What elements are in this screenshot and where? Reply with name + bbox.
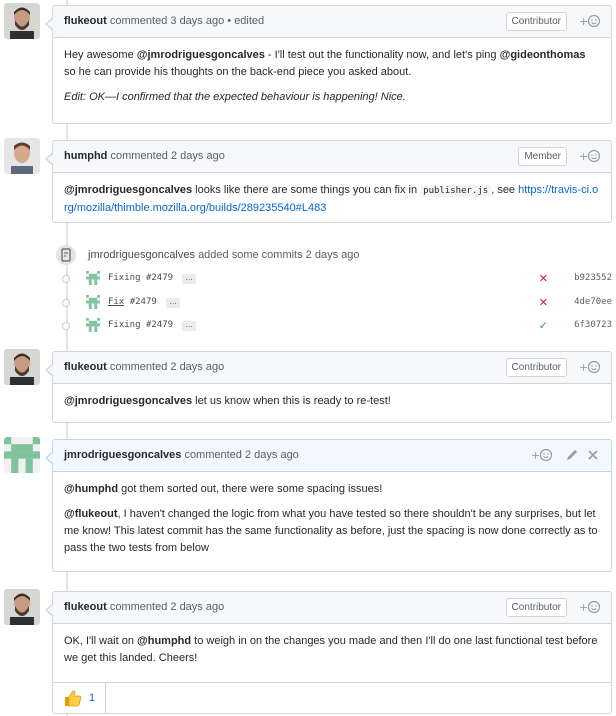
commit-row: Fixing #2479 … ✕ b923552 (56, 269, 616, 289)
comment-action: commented (110, 150, 168, 162)
status-success-icon[interactable]: ✓ (539, 319, 548, 332)
mention-link[interactable]: @flukeout (64, 508, 118, 520)
comment-header: flukeout commented 2 days ago Contributo… (53, 352, 611, 384)
comment-header: flukeout commented 2 days ago Contributo… (53, 592, 611, 624)
mention-link[interactable]: @humphd (64, 483, 118, 495)
avatar[interactable] (4, 437, 40, 473)
avatar[interactable] (4, 3, 40, 39)
avatar[interactable] (86, 318, 100, 332)
status-fail-icon[interactable]: ✕ (539, 296, 548, 309)
edited-label[interactable]: • edited (227, 15, 264, 27)
commit-row: Fixing #2479 … ✓ 6f30723 (56, 316, 616, 336)
thumbs-up-icon (64, 689, 82, 707)
author-link[interactable]: humphd (64, 150, 107, 162)
mention-link[interactable]: @jmrodriguesgoncalves (64, 395, 192, 407)
svg-text:+: + (579, 150, 588, 163)
mention-link[interactable]: @gideonthomas (500, 49, 586, 61)
commit-message[interactable]: Fixing (108, 273, 141, 283)
author-link[interactable]: flukeout (64, 361, 107, 373)
add-reaction-icon[interactable]: + (579, 14, 603, 28)
comment-box: flukeout commented 2 days ago Contributo… (45, 351, 612, 423)
add-reaction-icon[interactable]: + (531, 448, 555, 462)
edit-pencil-icon[interactable] (565, 448, 579, 462)
add-reaction-icon[interactable]: + (579, 149, 603, 163)
comment-box: jmrodriguesgoncalves commented 2 days ag… (45, 439, 612, 572)
mention-link[interactable]: @jmrodriguesgoncalves (64, 184, 192, 196)
commit-event-time[interactable]: 2 days ago (306, 249, 360, 261)
svg-text:+: + (579, 15, 588, 28)
comment-box: flukeout commented 3 days ago • edited C… (45, 5, 612, 124)
svg-text:+: + (579, 361, 588, 374)
comment-header: flukeout commented 3 days ago • edited C… (53, 6, 611, 38)
comment-body: @jmrodriguesgoncalves let us know when t… (64, 395, 391, 407)
commit-issue-ref[interactable]: #2479 (146, 320, 173, 330)
mention-link[interactable]: @jmrodriguesgoncalves (137, 49, 265, 61)
svg-text:+: + (579, 601, 588, 614)
thumbs-up-reaction-button[interactable]: 1 (53, 683, 106, 713)
comment-body: @humphd got them sorted out, there were … (64, 483, 598, 554)
mention-link[interactable]: @humphd (137, 635, 191, 647)
comment-action: commented (109, 601, 168, 613)
inline-code: publisher.js (420, 185, 492, 197)
comment-body: @jmrodriguesgoncalves looks like there a… (64, 184, 599, 214)
edit-note: Edit: OK—I confirmed that the expected b… (64, 91, 406, 103)
commit-message[interactable]: Fixing (108, 320, 141, 330)
commit-sha[interactable]: 4de70ee (574, 297, 612, 307)
commit-sha[interactable]: b923552 (574, 273, 612, 283)
comment-header: humphd commented 2 days ago Member + (53, 141, 611, 173)
commit-event: jmrodriguesgoncalves added some commits … (56, 243, 616, 343)
reaction-count: 1 (89, 692, 96, 704)
comment-time[interactable]: 2 days ago (171, 150, 225, 162)
avatar[interactable] (4, 138, 40, 174)
author-link[interactable]: flukeout (64, 601, 107, 613)
author-link[interactable]: jmrodriguesgoncalves (64, 449, 181, 461)
comment-body: OK, I'll wait on @humphd to weigh in on … (64, 635, 598, 664)
status-fail-icon[interactable]: ✕ (539, 272, 548, 285)
expand-commit-button[interactable]: … (182, 321, 196, 331)
add-reaction-icon[interactable]: + (579, 360, 603, 374)
add-reaction-icon[interactable]: + (579, 600, 603, 614)
comment-box: flukeout commented 2 days ago Contributo… (45, 591, 612, 714)
avatar[interactable] (4, 349, 40, 385)
comment-time[interactable]: 2 days ago (170, 601, 224, 613)
commit-row: Fix #2479 … ✕ 4de70ee (56, 293, 616, 313)
commit-dot (62, 322, 70, 330)
role-badge: Member (518, 147, 567, 166)
comment-action: commented (184, 449, 242, 461)
comment-box: humphd commented 2 days ago Member + @jm… (45, 140, 612, 223)
comment-action: commented (109, 361, 168, 373)
svg-text:+: + (531, 449, 540, 462)
role-badge: Contributor (505, 12, 567, 31)
comment-time[interactable]: 2 days ago (245, 449, 299, 461)
commit-issue-ref[interactable]: #2479 (146, 273, 173, 283)
comment-time[interactable]: 2 days ago (170, 361, 224, 373)
commit-event-text: added some commits (198, 249, 303, 261)
reactions-bar: 1 (53, 682, 611, 713)
author-link[interactable]: flukeout (64, 15, 107, 27)
expand-commit-button[interactable]: … (182, 274, 196, 284)
role-badge: Contributor (505, 598, 567, 617)
comment-header: jmrodriguesgoncalves commented 2 days ag… (53, 440, 611, 472)
commit-sha[interactable]: 6f30723 (574, 320, 612, 330)
commit-dot (62, 275, 70, 283)
commit-dot (62, 299, 70, 307)
comment-body: Hey awesome @jmrodriguesgoncalves - I'll… (53, 38, 611, 115)
expand-commit-button[interactable]: … (166, 298, 180, 308)
close-icon[interactable] (587, 448, 599, 462)
commit-event-icon (56, 245, 76, 265)
role-badge: Contributor (505, 358, 567, 377)
avatar[interactable] (4, 589, 40, 625)
comment-time[interactable]: 3 days ago (170, 15, 224, 27)
commit-issue-ref[interactable]: #2479 (130, 297, 157, 307)
avatar[interactable] (86, 271, 100, 285)
commit-message[interactable]: Fix (108, 297, 124, 307)
avatar[interactable] (86, 295, 100, 309)
comment-action: commented (109, 15, 168, 27)
commit-author[interactable]: jmrodriguesgoncalves (88, 249, 195, 261)
